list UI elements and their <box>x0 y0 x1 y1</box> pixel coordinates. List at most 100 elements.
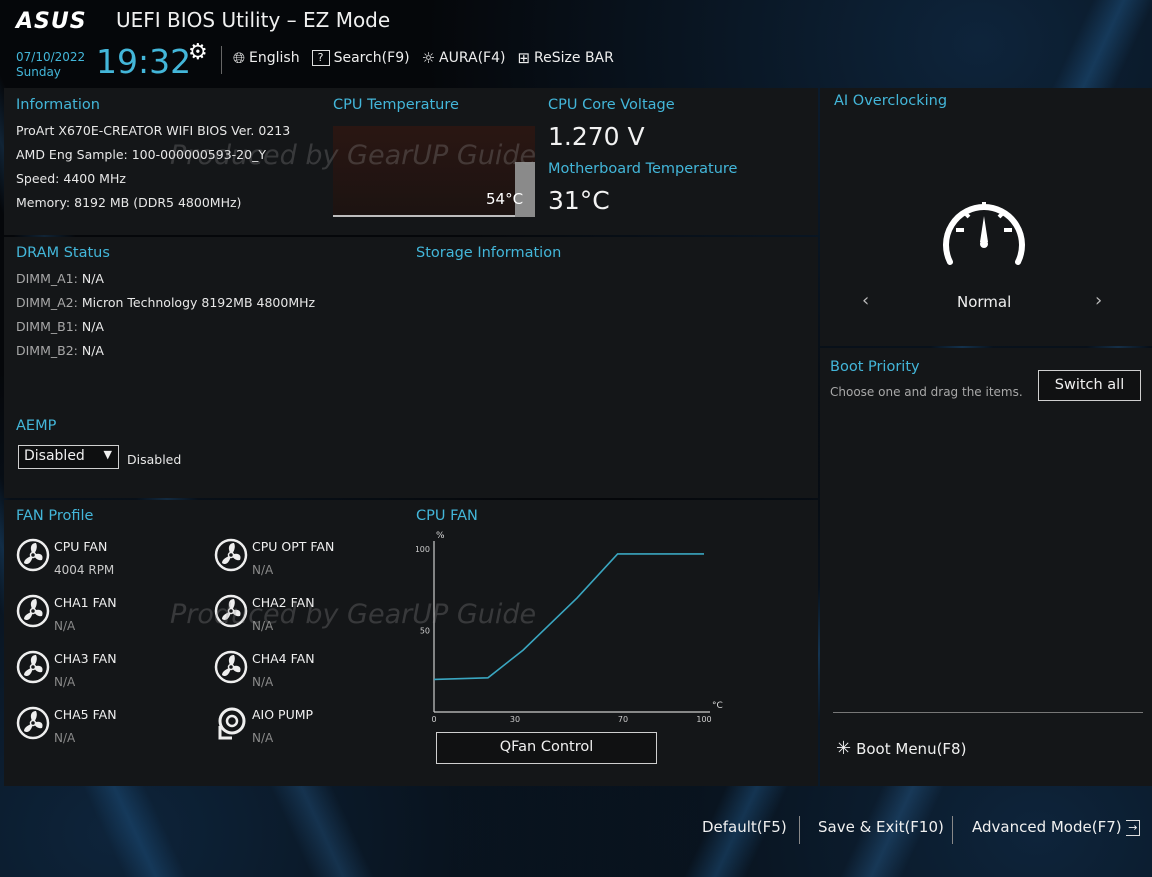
boot-priority-title: Boot Priority <box>830 359 920 375</box>
cpu-temperature-value: 54°C <box>486 190 524 208</box>
cpu-fan-curve-chart[interactable]: % °C 50 100 0 30 70 100 <box>416 528 726 728</box>
ai-overclocking-title: AI Overclocking <box>834 93 948 109</box>
memory-info: Memory: 8192 MB (DDR5 4800MHz) <box>16 195 242 210</box>
switch-all-button[interactable]: Switch all <box>1038 370 1141 401</box>
fan-name: CPU OPT FAN <box>252 539 335 554</box>
fan-value: N/A <box>54 619 76 633</box>
boot-priority-hint: Choose one and drag the items. <box>830 385 1023 399</box>
save-exit-button[interactable]: Save & Exit(F10) <box>818 818 944 836</box>
dimm-slot-value: N/A <box>81 271 104 286</box>
globe-icon: 🌐︎ <box>233 49 246 67</box>
speed-info: Speed: 4400 MHz <box>16 171 126 186</box>
caret-down-icon: ▼ <box>103 448 112 461</box>
fan-value: N/A <box>252 675 274 689</box>
aura-light-icon: ☼ <box>421 49 436 67</box>
fan-value: 4004 RPM <box>54 563 115 577</box>
boot-priority-panel <box>820 348 1152 786</box>
default-button[interactable]: Default(F5) <box>702 818 787 836</box>
ai-mode-next-button[interactable]: › <box>1095 290 1102 311</box>
fan-curve-line <box>433 553 704 681</box>
ai-mode-label: Normal <box>957 293 1012 311</box>
dimm-slot-value: N/A <box>81 343 104 358</box>
ai-mode-prev-button[interactable]: ‹ <box>862 290 869 311</box>
x-tick-label: 100 <box>696 715 711 724</box>
cpu-temperature-title: CPU Temperature <box>333 97 459 113</box>
day-text: Sunday <box>16 65 61 79</box>
language-button[interactable]: 🌐︎ English <box>233 49 300 67</box>
resize-bar-icon: ⊞ <box>517 49 531 67</box>
cpu-core-voltage-title: CPU Core Voltage <box>548 97 675 113</box>
qfan-control-button[interactable]: QFan Control <box>436 732 657 764</box>
search-help-icon: ? <box>311 50 330 66</box>
boot-menu-button[interactable]: ✳ Boot Menu(F8) <box>836 738 966 759</box>
cpu-core-voltage-value: 1.270 V <box>548 122 645 151</box>
gear-icon[interactable]: ⚙ <box>188 40 208 65</box>
dimm-slot-label: DIMM_A1: <box>16 271 78 286</box>
speedometer-icon <box>943 202 1025 265</box>
pump-icon <box>218 707 246 740</box>
fan-value: N/A <box>252 619 274 633</box>
divider <box>833 712 1143 713</box>
boot-menu-label: Boot Menu(F8) <box>856 739 967 758</box>
exit-arrow-icon: → <box>1126 819 1141 836</box>
dimm-slot-value: Micron Technology 8192MB 4800MHz <box>81 295 316 310</box>
fan-name: CHA4 FAN <box>252 651 315 666</box>
motherboard-temperature-title: Motherboard Temperature <box>548 161 738 177</box>
date-display: 07/10/2022 Sunday <box>16 50 85 80</box>
search-label: Search(F9) <box>333 50 410 66</box>
aura-label: AURA(F4) <box>439 50 506 66</box>
divider <box>952 816 953 844</box>
aura-button[interactable]: ☼ AURA(F4) <box>422 49 506 67</box>
divider <box>221 46 222 74</box>
dimm-row: DIMM_B1: N/A <box>16 319 104 334</box>
aemp-selected-value: Disabled <box>24 448 85 464</box>
fan-name: AIO PUMP <box>252 707 314 722</box>
cpu-fan-chart-title: CPU FAN <box>416 508 478 524</box>
fan-value: N/A <box>252 563 274 577</box>
aemp-select[interactable]: Disabled ▼ <box>18 445 119 469</box>
fan-name: CHA2 FAN <box>252 595 315 610</box>
fan-icon <box>16 706 50 740</box>
dimm-slot-label: DIMM_B1: <box>16 319 78 334</box>
aemp-title: AEMP <box>16 418 57 434</box>
dimm-row: DIMM_A2: Micron Technology 8192MB 4800MH… <box>16 295 315 310</box>
cpu-info: AMD Eng Sample: 100-000000593-20_Y <box>16 147 266 162</box>
x-tick-label: 0 <box>431 715 436 724</box>
dimm-slot-value: N/A <box>81 319 104 334</box>
x-axis-label: °C <box>712 701 723 711</box>
motherboard-temperature-value: 31°C <box>548 186 610 215</box>
information-title: Information <box>16 97 100 113</box>
resize-bar-button[interactable]: ⊞ ReSize BAR <box>517 49 613 67</box>
fan-icon <box>214 538 248 572</box>
fan-profile-title: FAN Profile <box>16 508 94 524</box>
advanced-mode-button[interactable]: Advanced Mode(F7) → <box>972 818 1141 836</box>
toolbar: 🌐︎ English ? Search(F9) ☼ AURA(F4) ⊞ ReS… <box>233 49 614 67</box>
storage-information-title: Storage Information <box>416 245 562 261</box>
fan-icon <box>214 650 248 684</box>
date-text: 07/10/2022 <box>16 50 86 64</box>
header: ASUS UEFI BIOS Utility – EZ Mode 07/10/2… <box>0 0 1152 88</box>
resize-bar-label: ReSize BAR <box>534 50 614 66</box>
divider <box>799 816 800 844</box>
dimm-slot-label: DIMM_B2: <box>16 343 78 358</box>
fan-icon <box>214 594 248 628</box>
fan-icon <box>16 594 50 628</box>
language-label: English <box>249 50 300 66</box>
footer: Default(F5) Save & Exit(F10) Advanced Mo… <box>0 806 1152 846</box>
x-tick-label: 70 <box>618 715 628 724</box>
fan-name: CHA5 FAN <box>54 707 117 722</box>
boot-menu-icon: ✳ <box>836 738 852 759</box>
clock: 19:32 <box>96 42 192 81</box>
fan-icon <box>16 650 50 684</box>
dimm-slot-label: DIMM_A2: <box>16 295 78 310</box>
dimm-row: DIMM_B2: N/A <box>16 343 104 358</box>
fan-icon <box>16 538 50 572</box>
fan-name: CHA3 FAN <box>54 651 117 666</box>
y-axis-label: % <box>436 531 445 541</box>
board-info: ProArt X670E-CREATOR WIFI BIOS Ver. 0213 <box>16 123 291 138</box>
app-title: UEFI BIOS Utility – EZ Mode <box>116 8 391 32</box>
advanced-mode-label: Advanced Mode(F7) <box>972 818 1122 836</box>
search-button[interactable]: ? Search(F9) <box>311 49 410 67</box>
fan-value: N/A <box>252 731 274 745</box>
y-tick-label: 100 <box>416 545 430 554</box>
